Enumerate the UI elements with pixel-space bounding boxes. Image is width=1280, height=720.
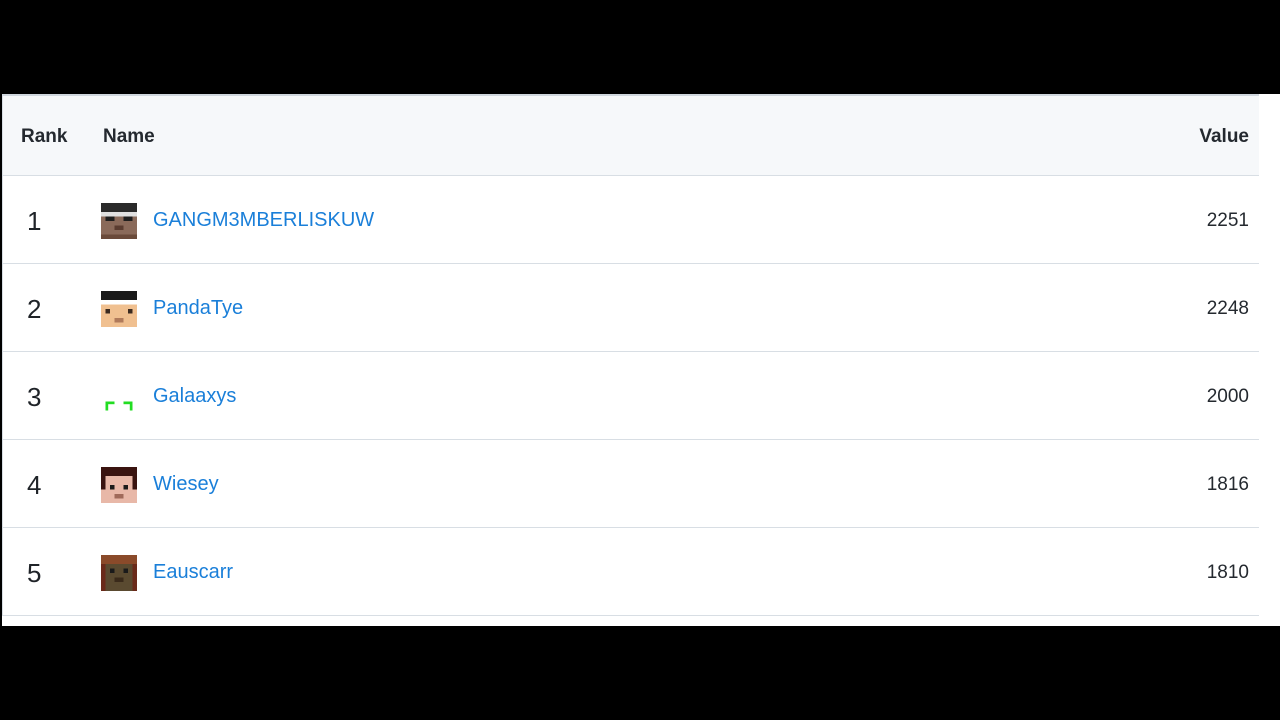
rank-cell: 5	[27, 558, 42, 588]
rank-cell: 1	[27, 206, 42, 236]
value-cell: 1816	[1206, 474, 1249, 495]
table-row: 4 Wiesey 1816	[2, 440, 1259, 528]
steve-head-sunglasses-icon	[101, 203, 137, 239]
value-cell: 2251	[1206, 210, 1249, 231]
rank-cell: 2	[27, 294, 42, 324]
player-link[interactable]: Eauscarr	[153, 561, 233, 584]
table-row: 2 PandaTye 2248	[2, 264, 1259, 352]
page-margin	[1259, 94, 1280, 626]
player-link[interactable]: GANGM3MBERLISKUW	[153, 209, 374, 232]
player-link[interactable]: Wiesey	[153, 473, 219, 496]
table-row: 3 Galaaxys 2000	[2, 352, 1259, 440]
table-header: Rank Name Value	[2, 96, 1259, 176]
rank-cell: 4	[27, 470, 42, 500]
steve-head-headband-icon	[101, 291, 137, 327]
player-link[interactable]: PandaTye	[153, 297, 243, 320]
value-column-header[interactable]: Value	[1199, 126, 1249, 148]
value-cell: 1810	[1206, 562, 1249, 583]
name-column-header[interactable]: Name	[103, 126, 155, 148]
value-cell: 2000	[1206, 386, 1249, 407]
value-cell: 2248	[1206, 298, 1249, 319]
leaderboard-panel: Rank Name Value 1 GANGM3MBERLISKUW 2251 …	[2, 94, 1259, 626]
table-row: 1 GANGM3MBERLISKUW 2251	[2, 176, 1259, 264]
table-row: 5 Eauscarr 1810	[2, 528, 1259, 616]
green-bracket-head-icon	[105, 401, 133, 411]
player-link[interactable]: Galaaxys	[153, 385, 236, 408]
rank-column-header[interactable]: Rank	[21, 126, 67, 148]
steve-head-dark-hair-icon	[101, 467, 137, 503]
rank-cell: 3	[27, 382, 42, 412]
steve-head-brown-icon	[101, 555, 137, 591]
